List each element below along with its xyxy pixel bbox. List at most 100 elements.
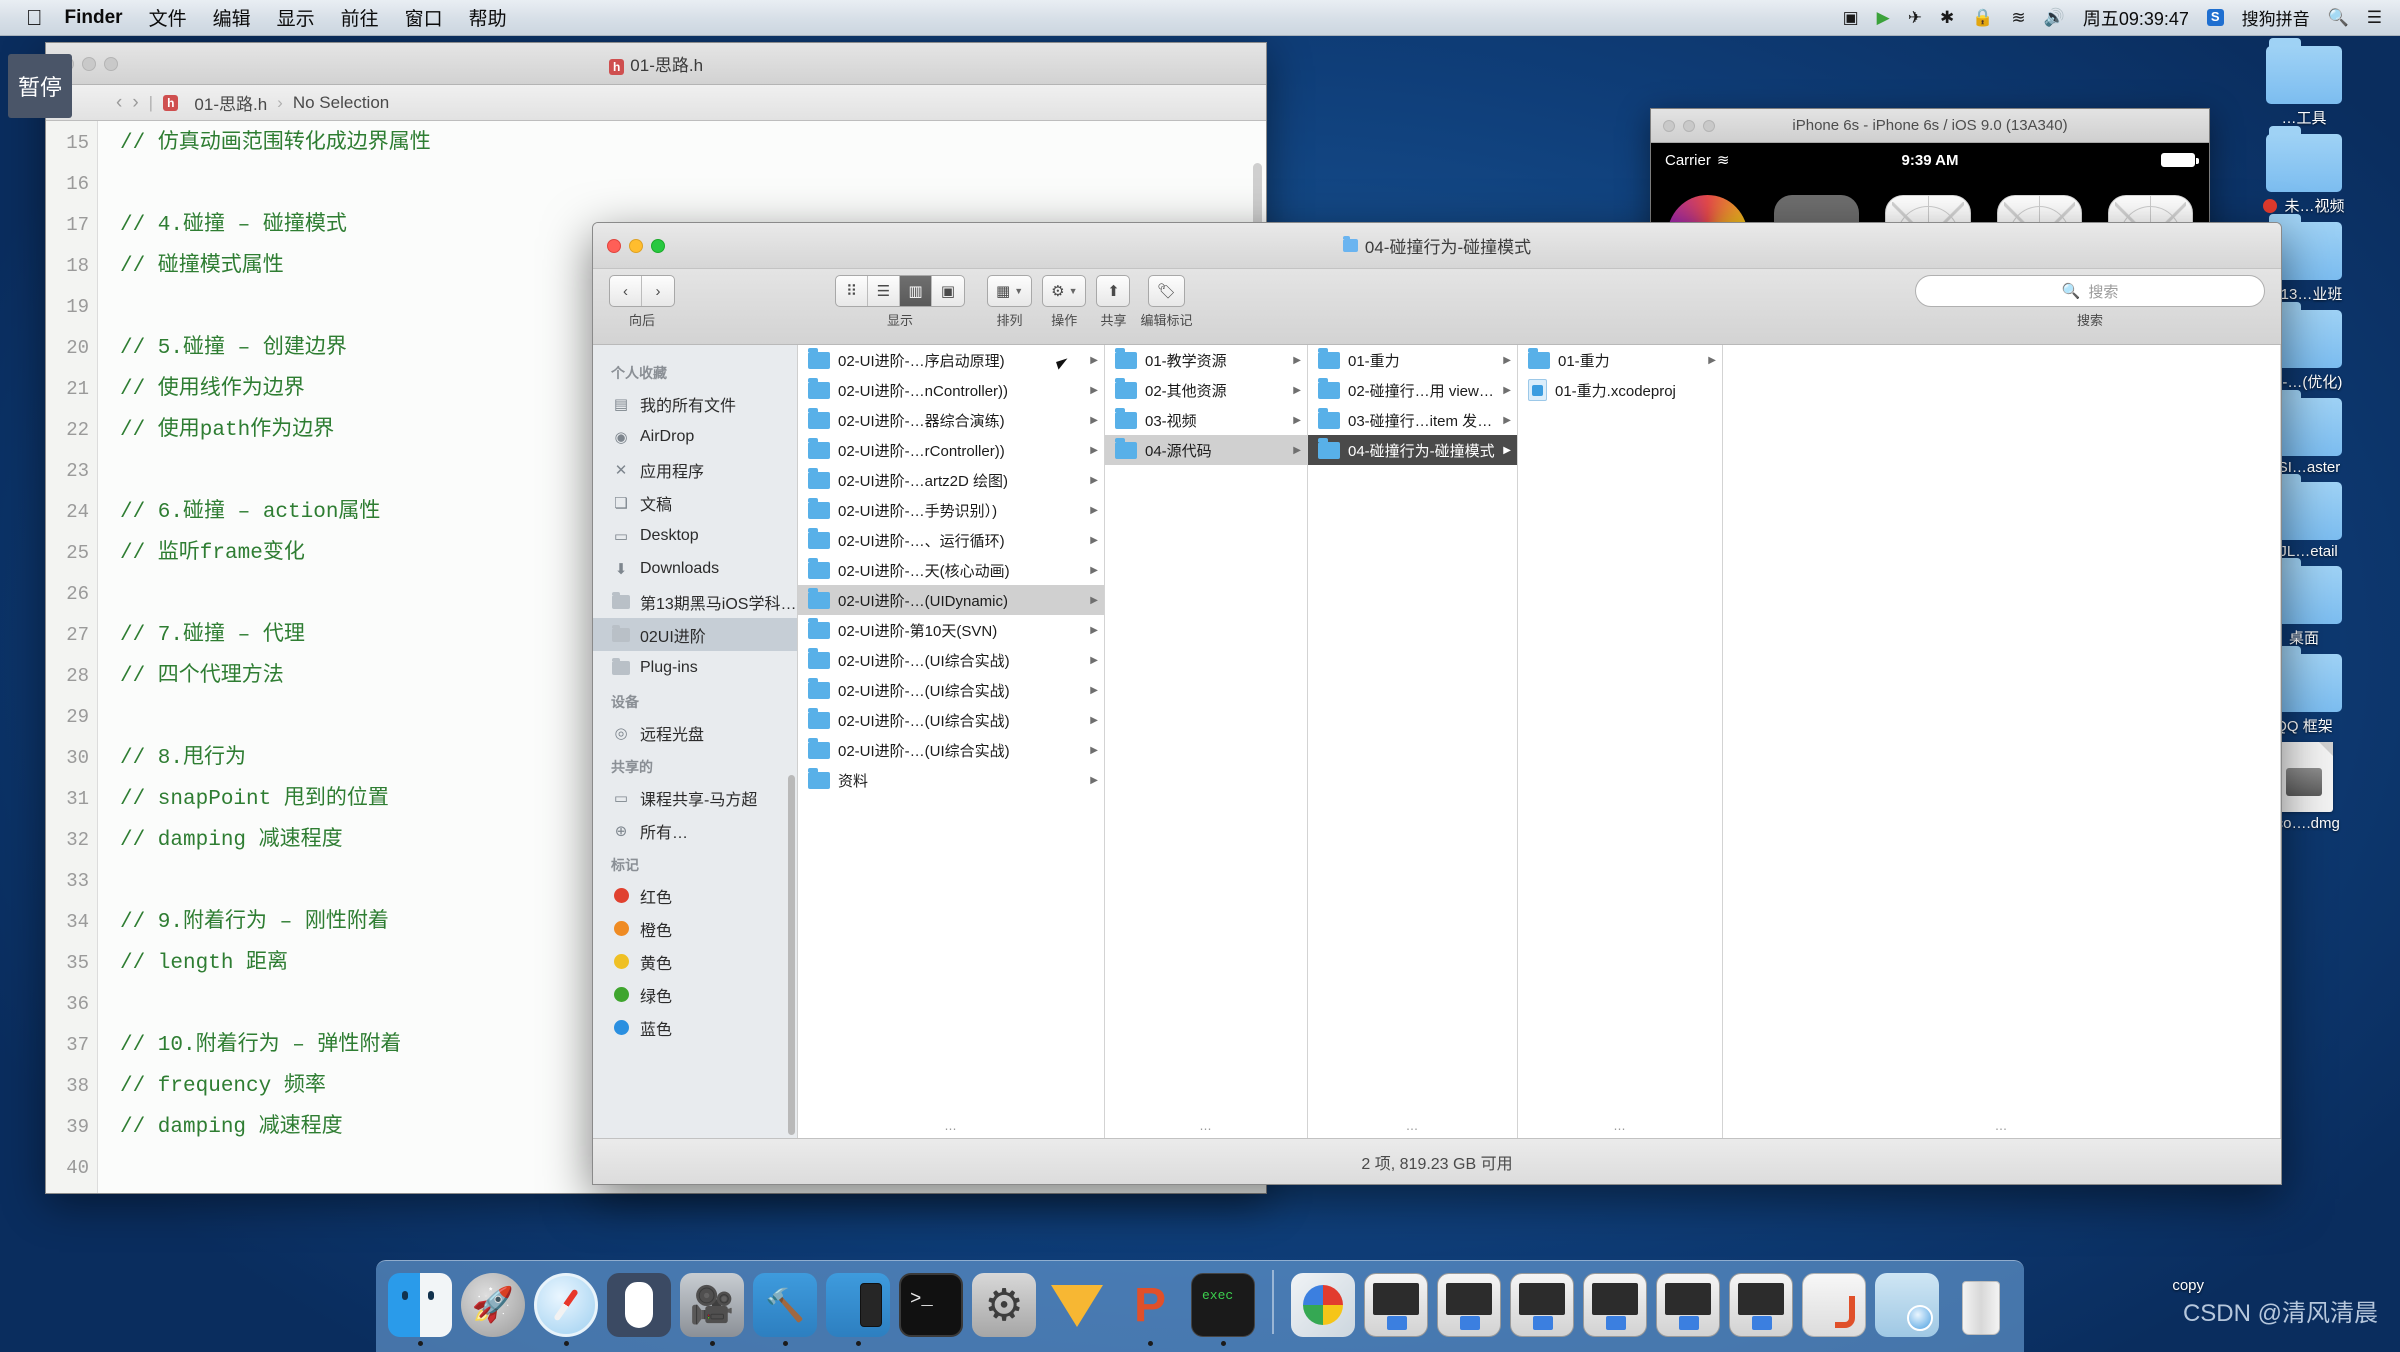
menu-bar[interactable]:  Finder 文件 编辑 显示 前往 窗口 帮助 ▣ ▶ ✈ ✱ 🔒 ≋ 🔊… xyxy=(0,0,2400,36)
column-resize-handle[interactable]: ⋯ xyxy=(1995,1122,2008,1136)
finder-column-row[interactable]: 03-碰撞行…item 发生碰撞 ▶ xyxy=(1308,405,1517,435)
sidebar-item-Downloads[interactable]: ⬇ Downloads xyxy=(593,552,797,585)
sidebar-item-远程光盘[interactable]: ◎ 远程光盘 xyxy=(593,716,797,749)
column-resize-handle[interactable]: ⋯ xyxy=(1200,1122,1213,1136)
column-resize-handle[interactable]: ⋯ xyxy=(1614,1122,1627,1136)
sidebar-item-文稿[interactable]: ❏ 文稿 xyxy=(593,486,797,519)
bluetooth-icon[interactable]: ✱ xyxy=(1940,9,1954,26)
window-controls[interactable] xyxy=(607,238,665,253)
sidebar-item-Desktop[interactable]: ▭ Desktop xyxy=(593,519,797,552)
airplane-icon[interactable]: ✈ xyxy=(1908,9,1922,26)
menu-item-file[interactable]: 文件 xyxy=(149,4,187,31)
volume-icon[interactable]: 🔊 xyxy=(2044,9,2065,26)
zoom-button[interactable] xyxy=(104,56,118,71)
back-button[interactable]: ‹ xyxy=(610,276,642,306)
finder-column-row[interactable]: 04-源代码 ▶ xyxy=(1105,435,1307,465)
window-icon[interactable] xyxy=(1437,1273,1501,1337)
code-line[interactable]: // 11.推行为 xyxy=(120,1189,1266,1193)
close-button[interactable] xyxy=(607,238,621,253)
dock-item-terminal[interactable] xyxy=(899,1273,963,1346)
column-resize-handle[interactable]: ⋯ xyxy=(945,1122,958,1136)
menu-item-help[interactable]: 帮助 xyxy=(469,4,507,31)
action-group[interactable]: ⚙ ▼ 操作 xyxy=(1042,275,1087,329)
finder-sidebar[interactable]: 个人收藏 ▤ 我的所有文件 ◉ AirDrop ✕ 应用程序 ❏ 文稿 ▭ Desktop ⬇ Down… xyxy=(593,345,798,1138)
finder-icon[interactable] xyxy=(388,1273,452,1337)
zoom-button[interactable] xyxy=(1703,119,1715,132)
finder-window[interactable]: 04-碰撞行为-碰撞模式 ‹ › 向后 ⠿ ☰ ▥ ▣ 显示 ▦ ▼ 排列 ⚙ … xyxy=(592,222,2282,1185)
finder-column-row[interactable]: 02-UI进阶-…、运行循环) ▶ xyxy=(798,525,1104,555)
finder-column[interactable]: 01-重力 ▶ 02-碰撞行…用 view 碰撞 ▶ 03-碰撞行…item 发生碰撞 ▶… xyxy=(1308,345,1518,1138)
finder-column-row[interactable]: 02-UI进阶-…器综合演练) ▶ xyxy=(798,405,1104,435)
dock-item-sketch[interactable] xyxy=(1045,1273,1109,1346)
nav-buttons-group[interactable]: ‹ › 向后 xyxy=(609,275,675,329)
finder-column-row[interactable]: 资料 ▶ xyxy=(798,765,1104,795)
gear-icon[interactable] xyxy=(972,1273,1036,1337)
jumpbar-file[interactable]: 01-思路.h xyxy=(194,90,267,115)
search-group[interactable]: 🔍 搜索 搜索 xyxy=(1915,275,2265,329)
finder-column-row[interactable]: 01-重力 ▶ xyxy=(1308,345,1517,375)
window-icon[interactable] xyxy=(1364,1273,1428,1337)
sidebar-item-AirDrop[interactable]: ◉ AirDrop xyxy=(593,420,797,453)
search-icon[interactable]: 🔍 xyxy=(2328,9,2349,26)
desktop-icon[interactable]: …工具 xyxy=(2224,38,2384,128)
xcode-jump-bar[interactable]: ‹ › | h 01-思路.h › No Selection xyxy=(46,85,1266,121)
sidebar-item-橙色[interactable]: 橙色 xyxy=(593,912,797,945)
dock-item-safari[interactable] xyxy=(534,1273,598,1346)
launchpad-icon[interactable] xyxy=(461,1273,525,1337)
dock-minimized-screen-window-6[interactable] xyxy=(1729,1273,1793,1346)
arrange-button[interactable]: ▦ ▼ xyxy=(987,275,1033,307)
finder-column-row[interactable]: 02-UI进阶-…(UI综合实战) ▶ xyxy=(798,645,1104,675)
finder-column-row[interactable]: 02-其他资源 ▶ xyxy=(1105,375,1307,405)
simulator-icon[interactable] xyxy=(826,1273,890,1337)
finder-titlebar[interactable]: 04-碰撞行为-碰撞模式 xyxy=(593,223,2281,269)
finder-column-row[interactable]: 02-UI进阶-…(UI综合实战) ▶ xyxy=(798,705,1104,735)
jumpbar-selection[interactable]: No Selection xyxy=(293,93,389,113)
window-controls[interactable] xyxy=(1663,119,1715,132)
wifi-icon[interactable]: ≋ xyxy=(2011,9,2025,26)
finder-column-row[interactable]: 03-视频 ▶ xyxy=(1105,405,1307,435)
zoom-button[interactable] xyxy=(651,238,665,253)
exec-icon[interactable] xyxy=(1191,1273,1255,1337)
minimize-button[interactable] xyxy=(1683,119,1695,132)
quicktime-icon[interactable] xyxy=(680,1273,744,1337)
dock-item-simulator[interactable] xyxy=(826,1273,890,1346)
xcode-icon[interactable] xyxy=(753,1273,817,1337)
share-group[interactable]: ⬆ 共享 xyxy=(1096,275,1131,329)
finder-column-row[interactable]: 02-UI进阶-…(UI综合实战) ▶ xyxy=(798,675,1104,705)
dock-minimized-qq-player[interactable] xyxy=(1291,1273,1355,1346)
dock-item-quicktime[interactable] xyxy=(680,1273,744,1346)
search-field[interactable]: 🔍 搜索 xyxy=(1915,275,2265,307)
finder-toolbar[interactable]: ‹ › 向后 ⠿ ☰ ▥ ▣ 显示 ▦ ▼ 排列 ⚙ ▼ 操作 ⬆ 共享 🏷 编… xyxy=(593,269,2281,345)
sketch-icon[interactable] xyxy=(1045,1273,1109,1337)
apple-icon[interactable]:  xyxy=(26,6,43,29)
dock-item-finder[interactable] xyxy=(388,1273,452,1346)
qq-player-icon[interactable] xyxy=(1291,1273,1355,1337)
finder-column-row[interactable]: 02-UI进阶-…artz2D 绘图) ▶ xyxy=(798,465,1104,495)
finder-column-row[interactable]: 01-重力.xcodeproj xyxy=(1518,375,1722,405)
finder-column-row[interactable]: 04-碰撞行为-碰撞模式 ▶ xyxy=(1308,435,1517,465)
window-icon[interactable] xyxy=(1510,1273,1574,1337)
finder-column-row[interactable]: 02-UI进阶-…手势识别）) ▶ xyxy=(798,495,1104,525)
input-method-badge[interactable]: S xyxy=(2206,9,2224,26)
sidebar-item-02UI进阶[interactable]: 02UI进阶 xyxy=(593,618,797,651)
window-icon[interactable] xyxy=(1583,1273,1647,1337)
dock-minimized-screen-window-2[interactable] xyxy=(1437,1273,1501,1346)
window-icon[interactable] xyxy=(1656,1273,1720,1337)
sidebar-item-第13期黑马iOS学科…[interactable]: 第13期黑马iOS学科… xyxy=(593,585,797,618)
arrange-group[interactable]: ▦ ▼ 排列 xyxy=(987,275,1033,329)
sidebar-item-蓝色[interactable]: 蓝色 xyxy=(593,1011,797,1044)
dock-item-mouse-app[interactable] xyxy=(607,1273,671,1346)
screen-recording-icon[interactable]: ▣ xyxy=(1843,9,1859,26)
menu-bar-clock[interactable]: 周五09:39:47 xyxy=(2083,5,2189,31)
view-buttons-group[interactable]: ⠿ ☰ ▥ ▣ 显示 xyxy=(835,275,965,329)
dock-item-exec[interactable] xyxy=(1191,1273,1255,1346)
simulator-titlebar[interactable]: iPhone 6s - iPhone 6s / iOS 9.0 (13A340) xyxy=(1651,109,2209,143)
finder-column[interactable]: 02-UI进阶-…序启动原理) ▶ 02-UI进阶-…nController)) ▶ 0… xyxy=(798,345,1105,1138)
dock[interactable] xyxy=(376,1260,2024,1352)
menu-item-finder[interactable]: Finder xyxy=(65,7,123,29)
sidebar-item-我的所有文件[interactable]: ▤ 我的所有文件 xyxy=(593,387,797,420)
finder-column-row[interactable]: 02-UI进阶-…序启动原理) ▶ xyxy=(798,345,1104,375)
finder-column-row[interactable]: 01-教学资源 ▶ xyxy=(1105,345,1307,375)
minimize-button[interactable] xyxy=(629,238,643,253)
icon-view-icon[interactable]: ⠿ xyxy=(836,276,868,306)
